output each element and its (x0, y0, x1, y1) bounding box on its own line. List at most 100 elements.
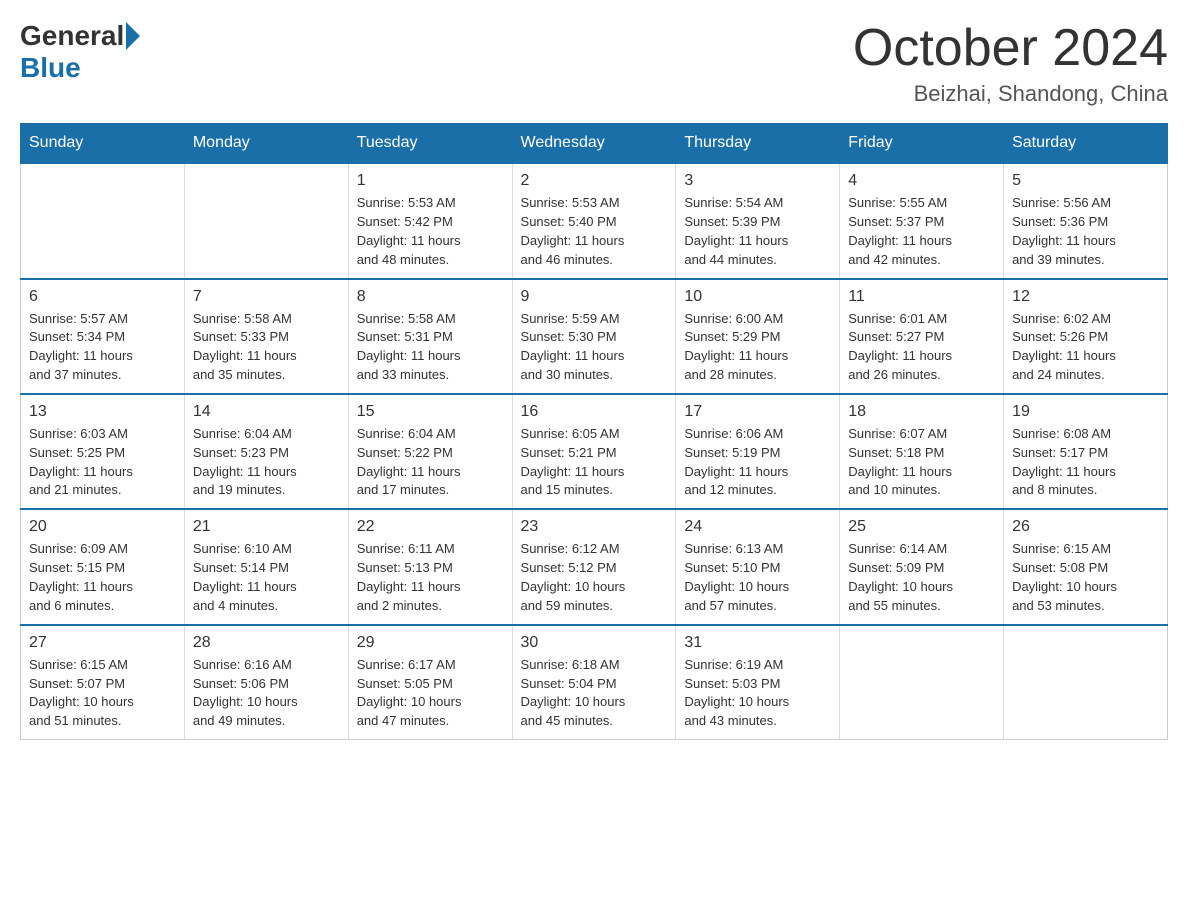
calendar-cell: 17 Sunrise: 6:06 AM Sunset: 5:19 PM Dayli… (676, 394, 840, 509)
calendar-cell: 8 Sunrise: 5:58 AM Sunset: 5:31 PM Daylig… (348, 279, 512, 394)
calendar-cell: 9Sunrise: 5:59 AM Sunset: 5:30 PM Daylig… (512, 279, 676, 394)
day-number: 3 (684, 172, 831, 190)
logo-arrow-icon (126, 22, 140, 50)
calendar-cell (1004, 625, 1168, 740)
day-number: 24 (684, 518, 831, 536)
day-info: Sunrise: 6:17 AM Sunset: 5:05 PM Dayligh… (357, 656, 504, 731)
day-number: 8 (357, 288, 504, 306)
day-number: 20 (29, 518, 176, 536)
week-row-3: 13 Sunrise: 6:03 AM Sunset: 5:25 PM Dayli… (21, 394, 1168, 509)
calendar-cell: 23 Sunrise: 6:12 AM Sunset: 5:12 PM Dayli… (512, 509, 676, 624)
day-number: 11 (848, 288, 995, 306)
header-day-wednesday: Wednesday (512, 124, 676, 164)
day-info: Sunrise: 6:01 AM Sunset: 5:27 PM Dayligh… (848, 310, 995, 385)
calendar-cell: 26 Sunrise: 6:15 AM Sunset: 5:08 PM Dayli… (1004, 509, 1168, 624)
day-number: 23 (521, 518, 668, 536)
calendar-cell: 6Sunrise: 5:57 AM Sunset: 5:34 PM Daylig… (21, 279, 185, 394)
day-number: 10 (684, 288, 831, 306)
day-number: 18 (848, 403, 995, 421)
day-info: Sunrise: 6:19 AM Sunset: 5:03 PM Dayligh… (684, 656, 831, 731)
day-number: 30 (521, 634, 668, 652)
calendar-cell: 30Sunrise: 6:18 AM Sunset: 5:04 PM Dayli… (512, 625, 676, 740)
day-number: 29 (357, 634, 504, 652)
logo-general-text: General (20, 20, 124, 52)
day-number: 4 (848, 172, 995, 190)
header-day-saturday: Saturday (1004, 124, 1168, 164)
day-info: Sunrise: 6:03 AM Sunset: 5:25 PM Dayligh… (29, 425, 176, 500)
day-info: Sunrise: 6:07 AM Sunset: 5:18 PM Dayligh… (848, 425, 995, 500)
day-info: Sunrise: 6:15 AM Sunset: 5:08 PM Dayligh… (1012, 540, 1159, 615)
day-number: 19 (1012, 403, 1159, 421)
calendar-cell: 4 Sunrise: 5:55 AM Sunset: 5:37 PM Daylig… (840, 163, 1004, 278)
calendar-cell: 7Sunrise: 5:58 AM Sunset: 5:33 PM Daylig… (184, 279, 348, 394)
day-info: Sunrise: 6:11 AM Sunset: 5:13 PM Dayligh… (357, 540, 504, 615)
logo: General Blue (20, 20, 142, 84)
calendar-cell: 5Sunrise: 5:56 AM Sunset: 5:36 PM Daylig… (1004, 163, 1168, 278)
page-header: General Blue October 2024 Beizhai, Shand… (20, 20, 1168, 107)
calendar-cell (21, 163, 185, 278)
day-info: Sunrise: 6:10 AM Sunset: 5:14 PM Dayligh… (193, 540, 340, 615)
calendar-cell: 21 Sunrise: 6:10 AM Sunset: 5:14 PM Dayli… (184, 509, 348, 624)
day-number: 31 (684, 634, 831, 652)
day-info: Sunrise: 6:00 AM Sunset: 5:29 PM Dayligh… (684, 310, 831, 385)
day-info: Sunrise: 6:08 AM Sunset: 5:17 PM Dayligh… (1012, 425, 1159, 500)
day-info: Sunrise: 5:56 AM Sunset: 5:36 PM Dayligh… (1012, 194, 1159, 269)
day-number: 15 (357, 403, 504, 421)
day-info: Sunrise: 6:12 AM Sunset: 5:12 PM Dayligh… (521, 540, 668, 615)
day-number: 25 (848, 518, 995, 536)
day-info: Sunrise: 5:54 AM Sunset: 5:39 PM Dayligh… (684, 194, 831, 269)
calendar-cell: 19 Sunrise: 6:08 AM Sunset: 5:17 PM Dayli… (1004, 394, 1168, 509)
calendar-cell: 3 Sunrise: 5:54 AM Sunset: 5:39 PM Daylig… (676, 163, 840, 278)
calendar-cell: 14Sunrise: 6:04 AM Sunset: 5:23 PM Dayli… (184, 394, 348, 509)
day-info: Sunrise: 6:16 AM Sunset: 5:06 PM Dayligh… (193, 656, 340, 731)
calendar-cell: 18 Sunrise: 6:07 AM Sunset: 5:18 PM Dayli… (840, 394, 1004, 509)
day-number: 26 (1012, 518, 1159, 536)
day-number: 21 (193, 518, 340, 536)
day-info: Sunrise: 6:06 AM Sunset: 5:19 PM Dayligh… (684, 425, 831, 500)
day-number: 1 (357, 172, 504, 190)
logo-blue-text: Blue (20, 52, 81, 84)
calendar-cell: 25 Sunrise: 6:14 AM Sunset: 5:09 PM Dayli… (840, 509, 1004, 624)
header-day-friday: Friday (840, 124, 1004, 164)
title-block: October 2024 Beizhai, Shandong, China (853, 20, 1168, 107)
calendar-cell (184, 163, 348, 278)
calendar-table: SundayMondayTuesdayWednesdayThursdayFrid… (20, 123, 1168, 740)
header-day-monday: Monday (184, 124, 348, 164)
calendar-cell: 12Sunrise: 6:02 AM Sunset: 5:26 PM Dayli… (1004, 279, 1168, 394)
day-number: 2 (521, 172, 668, 190)
calendar-cell: 10 Sunrise: 6:00 AM Sunset: 5:29 PM Dayli… (676, 279, 840, 394)
calendar-cell: 2Sunrise: 5:53 AM Sunset: 5:40 PM Daylig… (512, 163, 676, 278)
header-day-tuesday: Tuesday (348, 124, 512, 164)
day-number: 27 (29, 634, 176, 652)
day-info: Sunrise: 6:09 AM Sunset: 5:15 PM Dayligh… (29, 540, 176, 615)
day-number: 28 (193, 634, 340, 652)
calendar-cell: 1 Sunrise: 5:53 AM Sunset: 5:42 PM Daylig… (348, 163, 512, 278)
day-info: Sunrise: 6:14 AM Sunset: 5:09 PM Dayligh… (848, 540, 995, 615)
week-row-2: 6Sunrise: 5:57 AM Sunset: 5:34 PM Daylig… (21, 279, 1168, 394)
header-day-thursday: Thursday (676, 124, 840, 164)
day-number: 14 (193, 403, 340, 421)
calendar-cell: 22Sunrise: 6:11 AM Sunset: 5:13 PM Dayli… (348, 509, 512, 624)
week-row-4: 20 Sunrise: 6:09 AM Sunset: 5:15 PM Dayli… (21, 509, 1168, 624)
day-number: 17 (684, 403, 831, 421)
day-info: Sunrise: 6:04 AM Sunset: 5:22 PM Dayligh… (357, 425, 504, 500)
calendar-cell: 29 Sunrise: 6:17 AM Sunset: 5:05 PM Dayli… (348, 625, 512, 740)
calendar-cell: 11 Sunrise: 6:01 AM Sunset: 5:27 PM Dayli… (840, 279, 1004, 394)
calendar-cell: 31 Sunrise: 6:19 AM Sunset: 5:03 PM Dayli… (676, 625, 840, 740)
day-info: Sunrise: 5:55 AM Sunset: 5:37 PM Dayligh… (848, 194, 995, 269)
day-info: Sunrise: 6:02 AM Sunset: 5:26 PM Dayligh… (1012, 310, 1159, 385)
day-number: 13 (29, 403, 176, 421)
week-row-1: 1 Sunrise: 5:53 AM Sunset: 5:42 PM Daylig… (21, 163, 1168, 278)
calendar-subtitle: Beizhai, Shandong, China (853, 81, 1168, 107)
calendar-cell: 15 Sunrise: 6:04 AM Sunset: 5:22 PM Dayli… (348, 394, 512, 509)
calendar-cell: 16Sunrise: 6:05 AM Sunset: 5:21 PM Dayli… (512, 394, 676, 509)
day-number: 9 (521, 288, 668, 306)
day-number: 16 (521, 403, 668, 421)
calendar-title: October 2024 (853, 20, 1168, 77)
day-number: 7 (193, 288, 340, 306)
calendar-cell: 24Sunrise: 6:13 AM Sunset: 5:10 PM Dayli… (676, 509, 840, 624)
day-info: Sunrise: 5:58 AM Sunset: 5:31 PM Dayligh… (357, 310, 504, 385)
calendar-cell: 20 Sunrise: 6:09 AM Sunset: 5:15 PM Dayli… (21, 509, 185, 624)
day-info: Sunrise: 5:53 AM Sunset: 5:42 PM Dayligh… (357, 194, 504, 269)
calendar-header-row: SundayMondayTuesdayWednesdayThursdayFrid… (21, 124, 1168, 164)
